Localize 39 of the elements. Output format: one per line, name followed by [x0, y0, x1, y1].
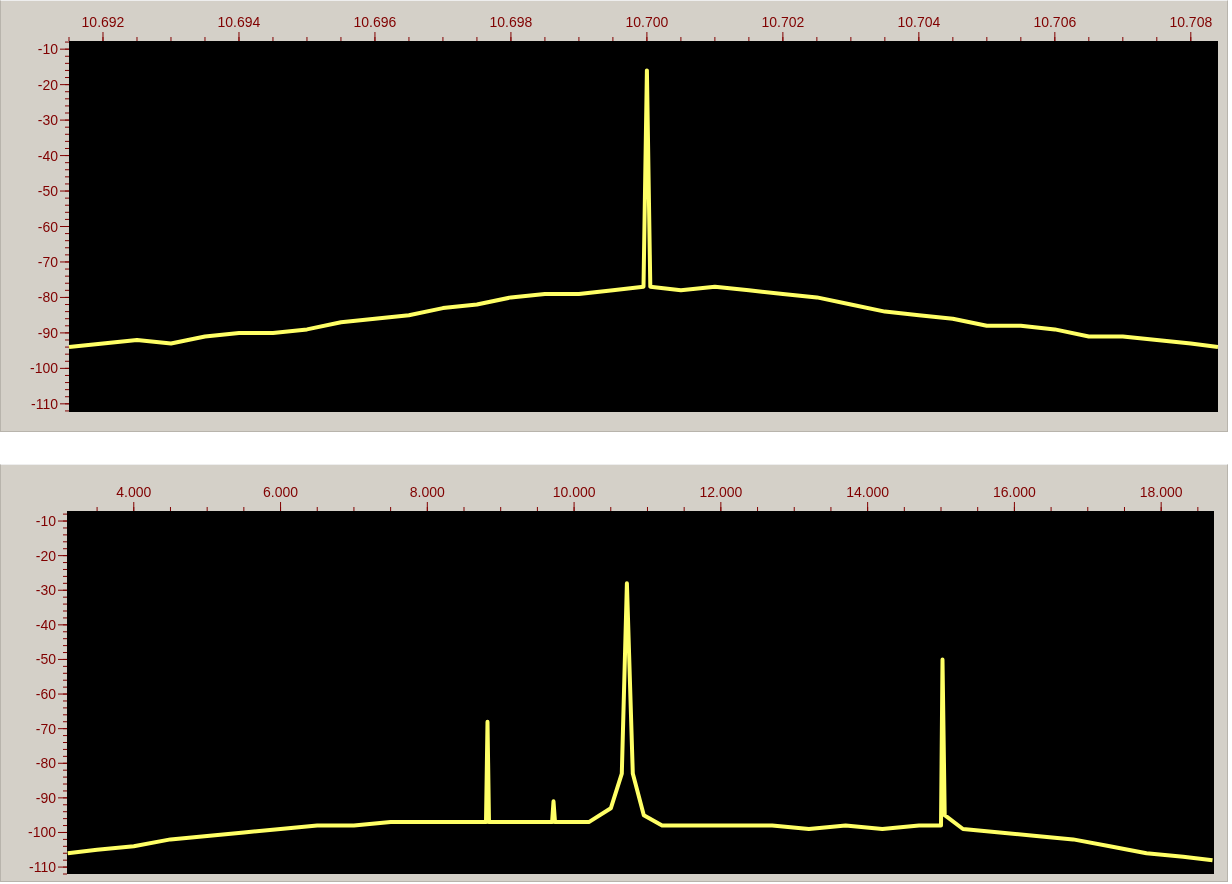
axis-tick-label: 10.692 — [81, 14, 125, 30]
axis-tick-label: -50 — [35, 651, 56, 668]
axis-tick-label: -10 — [37, 41, 58, 58]
axis-tick-label: -100 — [27, 824, 56, 841]
axis-tick-label: 10.708 — [1169, 14, 1213, 30]
axis-tick-label: -70 — [37, 253, 58, 270]
axis-tick-label: 18.000 — [1139, 484, 1183, 500]
axis-tick-label: 4.000 — [116, 484, 152, 500]
axis-tick-label: 10.700 — [625, 14, 669, 30]
axis-tick-label: 10.702 — [761, 14, 805, 30]
axis-tick-label: 12.000 — [699, 484, 743, 500]
axis-tick-label: 6.000 — [263, 484, 299, 500]
axis-tick-label: 14.000 — [846, 484, 890, 500]
axis-tick-label: -90 — [37, 324, 58, 341]
axis-tick-label: -110 — [31, 395, 58, 412]
axis-tick-label: 10.706 — [1033, 14, 1077, 30]
axis-tick-label: 10.704 — [897, 14, 941, 30]
axis-tick-label: -50 — [37, 183, 58, 200]
axis-tick-label: 8.000 — [409, 484, 445, 500]
axis-tick-label: -40 — [35, 616, 56, 633]
axis-tick-label: -70 — [35, 720, 56, 737]
axis-tick-label: -30 — [37, 112, 58, 129]
axis-tick-label: -20 — [35, 547, 56, 564]
axis-tick-label: 10.000 — [552, 484, 596, 500]
axis-tick-label: -40 — [37, 147, 58, 164]
axis-tick-label: -90 — [35, 789, 56, 806]
axis-tick-label: 10.696 — [353, 14, 397, 30]
axis-tick-label: -60 — [37, 218, 58, 235]
axis-tick-label: -80 — [35, 755, 56, 772]
axis-tick-label: 10.698 — [489, 14, 533, 30]
axis-tick-label: -30 — [35, 582, 56, 599]
axis-tick-label: -80 — [37, 289, 58, 306]
axis-tick-label: 16.000 — [993, 484, 1036, 500]
axis-tick-label: 10.694 — [217, 14, 261, 30]
axis-tick-label: -20 — [37, 76, 58, 93]
axis-tick-label: -60 — [35, 686, 56, 703]
axis-tick-label: -110 — [29, 859, 56, 876]
axis-tick-label: -10 — [35, 513, 56, 530]
axis-tick-label: -100 — [29, 360, 58, 377]
